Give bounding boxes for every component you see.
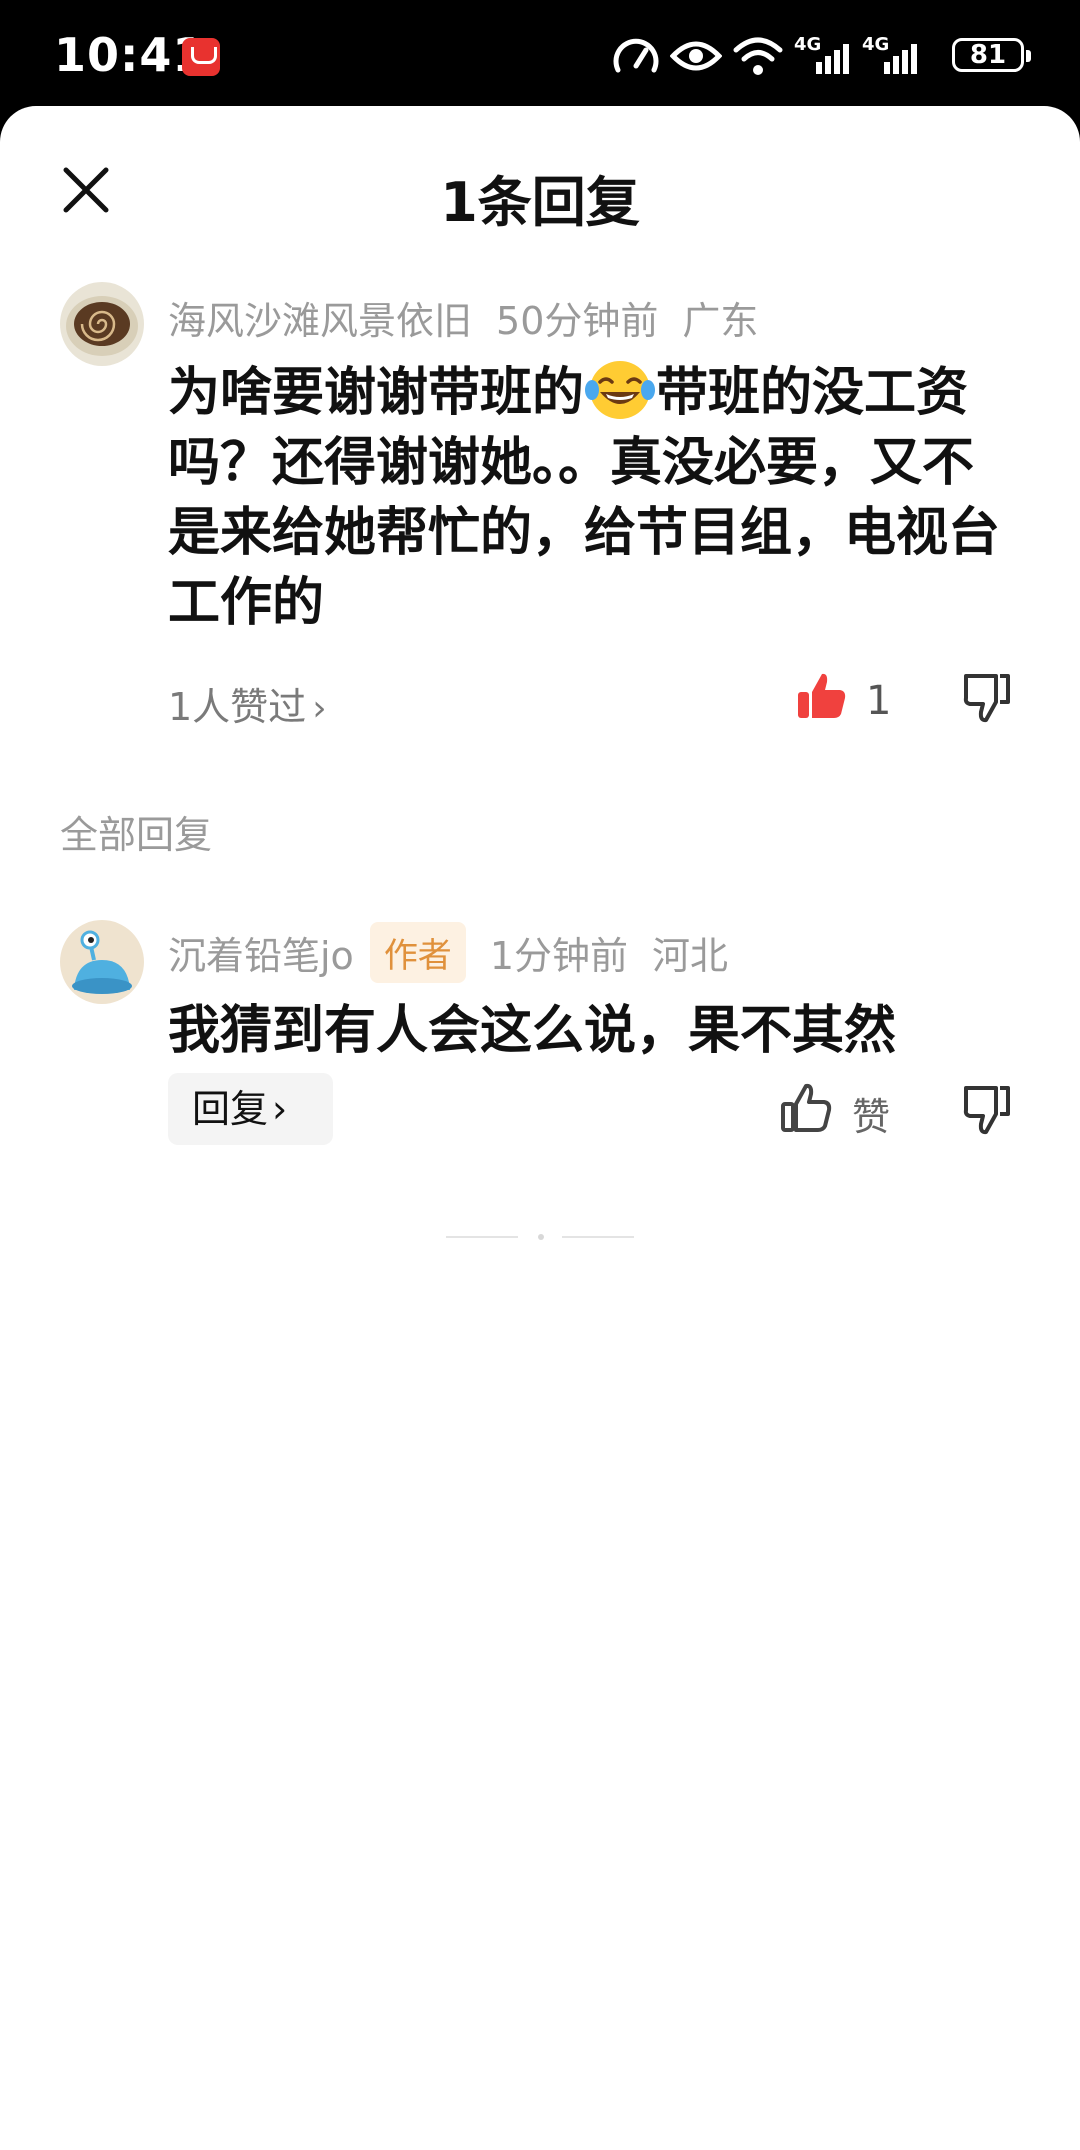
- like-count: 1: [866, 678, 892, 724]
- eye-icon: [670, 41, 722, 71]
- comment-username[interactable]: 海风沙滩风景依旧: [168, 299, 472, 343]
- avatar[interactable]: [60, 282, 144, 366]
- 4g-signal-icon: 4G: [862, 34, 918, 78]
- thumbs-down-icon[interactable]: [962, 672, 1012, 724]
- speed-icon: [613, 38, 659, 73]
- huawei-appgallery-icon: [182, 38, 220, 76]
- robot-avatar-image: [60, 920, 144, 1004]
- reply-location: 河北: [652, 934, 729, 978]
- comment-meta: 海风沙滩风景依旧 50分钟前 广东: [168, 290, 782, 345]
- 4g-signal-icon: 4G: [794, 34, 850, 78]
- thumbs-down-icon[interactable]: [962, 1084, 1012, 1136]
- avatar[interactable]: [60, 920, 144, 1004]
- thumbs-up-filled-icon[interactable]: [796, 670, 848, 722]
- reply-meta: 沉着铅笔jo 作者 1分钟前 河北: [168, 922, 752, 983]
- reply-text: 我猜到有人会这么说，果不其然: [168, 1001, 897, 1061]
- likes-link[interactable]: 1人赞过 ›: [168, 676, 327, 731]
- author-badge: 作者: [369, 922, 466, 983]
- chevron-right-icon: ›: [272, 1087, 288, 1131]
- coffee-avatar-image: [60, 282, 144, 366]
- chevron-right-icon: ›: [312, 688, 327, 729]
- reply-time: 1分钟前: [489, 934, 628, 978]
- reply-sheet: 1条回复 海风沙滩风景依旧 50分钟前 广东 为啥要谢谢带班的 带班的没工资吗？还得…: [0, 106, 1080, 2150]
- comment-text-part1: 为啥要谢谢带班的: [168, 363, 585, 423]
- comment-time: 50分钟前: [496, 299, 659, 343]
- end-divider-right: [562, 1236, 634, 1238]
- reply-button[interactable]: 回复 ›: [168, 1073, 333, 1145]
- page-title: 1条回复: [440, 171, 640, 234]
- status-bar: 10:41 4G 4G 81: [0, 0, 1080, 108]
- end-divider-left: [446, 1236, 518, 1238]
- reply-username[interactable]: 沉着铅笔jo: [168, 934, 354, 978]
- wifi-icon: [733, 37, 783, 75]
- end-divider-dot: [538, 1234, 544, 1240]
- comment-text: 为啥要谢谢带班的 带班的没工资吗？还得谢谢她。。真没必要，又不是来给她帮忙的，给…: [168, 358, 1018, 638]
- thumbs-up-icon[interactable]: [780, 1082, 832, 1134]
- battery-indicator: 81: [952, 38, 1031, 72]
- like-label[interactable]: 赞: [852, 1086, 890, 1141]
- section-title-all-replies: 全部回复: [60, 813, 213, 857]
- face-with-tears-of-joy-icon: [585, 361, 656, 419]
- comment-location: 广东: [682, 299, 759, 343]
